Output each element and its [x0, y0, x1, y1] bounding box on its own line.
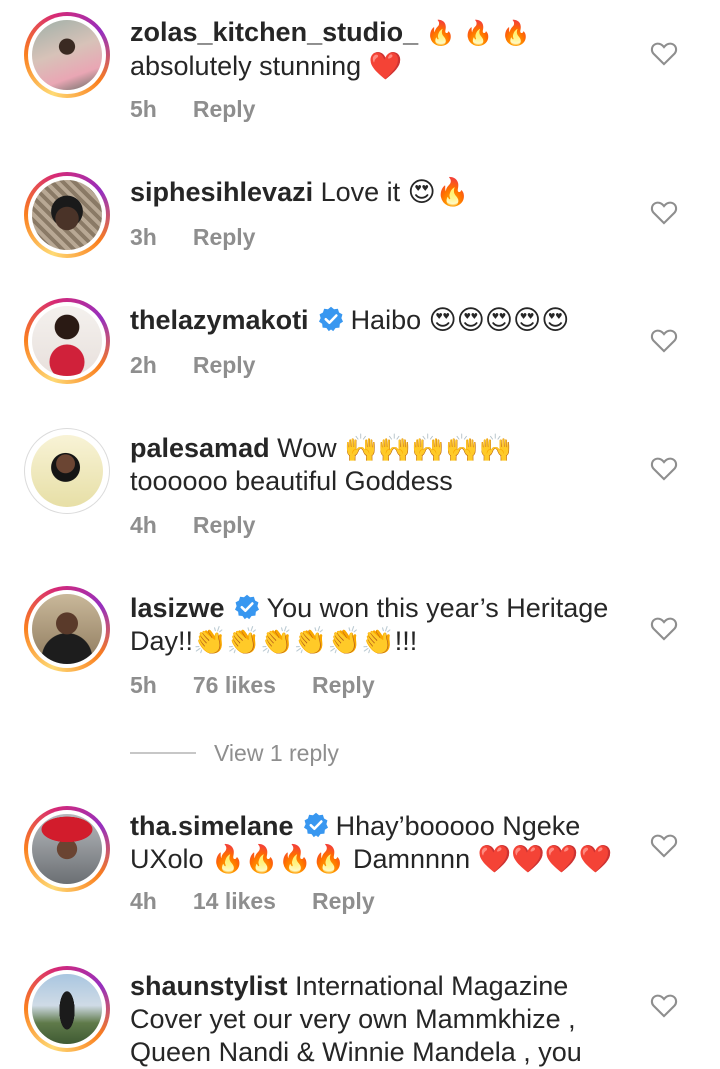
comment-time: 5h: [130, 672, 157, 698]
comment-text: zolas_kitchen_studio_ 🔥 🔥 🔥 absolutely s…: [130, 16, 630, 83]
comment-time: 2h: [130, 352, 157, 378]
avatar-ring[interactable]: [24, 428, 110, 514]
comment-body: International Magazine: [287, 971, 569, 1001]
comment-likes[interactable]: 76 likes: [193, 672, 276, 698]
comment-body: Love it 😍🔥: [313, 177, 470, 207]
comment-meta: 4h Reply: [130, 512, 291, 539]
comment-username[interactable]: tha.simelane: [130, 811, 294, 841]
comment-text: lasizwe You won this year’s Heritage Day!…: [130, 592, 630, 658]
reply-button[interactable]: Reply: [312, 888, 375, 914]
comment-time: 4h: [130, 512, 157, 538]
comment-username[interactable]: lasizwe: [130, 593, 225, 623]
comment-likes[interactable]: 14 likes: [193, 888, 276, 914]
story-ring[interactable]: [24, 12, 110, 98]
comment-body-line2: Day!!👏👏👏👏👏👏!!!: [130, 626, 418, 656]
reply-button[interactable]: Reply: [193, 224, 256, 250]
comment-time: 4h: [130, 888, 157, 914]
comment-body: Haibo 😍😍😍😍😍: [350, 305, 570, 335]
story-ring[interactable]: [24, 586, 110, 672]
comment-time: 3h: [130, 224, 157, 250]
heart-icon[interactable]: [650, 40, 678, 66]
view-replies-label[interactable]: View 1 reply: [214, 740, 339, 767]
heart-icon[interactable]: [650, 615, 678, 641]
avatar[interactable]: [31, 435, 103, 507]
comment-meta: 4h 14 likes Reply: [130, 888, 411, 915]
comment-time: 5h: [130, 96, 157, 122]
reply-button[interactable]: Reply: [193, 352, 256, 378]
comment-body-line2: absolutely stunning ❤️: [130, 51, 403, 81]
comment-text: siphesihlevazi Love it 😍🔥: [130, 176, 630, 209]
avatar[interactable]: [32, 20, 102, 90]
avatar[interactable]: [32, 974, 102, 1044]
comment-text: thelazymakoti Haibo 😍😍😍😍😍: [130, 304, 630, 337]
story-ring[interactable]: [24, 172, 110, 258]
heart-icon[interactable]: [650, 832, 678, 858]
heart-icon[interactable]: [650, 199, 678, 225]
avatar[interactable]: [32, 180, 102, 250]
avatar[interactable]: [32, 594, 102, 664]
verified-badge-icon: [303, 812, 328, 838]
story-ring[interactable]: [24, 966, 110, 1052]
reply-button[interactable]: Reply: [193, 96, 256, 122]
comment-body-line3: Queen Nandi & Winnie Mandela , you: [130, 1037, 582, 1067]
verified-badge-icon: [234, 594, 259, 620]
verified-badge-icon: [318, 306, 343, 332]
comment-body: You won this year’s Heritage: [266, 593, 609, 623]
comment-text: shaunstylist International Magazine Cove…: [130, 970, 630, 1069]
comment-body-line2: UXolo 🔥🔥🔥🔥 Damnnnn ❤️❤️❤️❤️: [130, 844, 613, 874]
comment-meta: 5h 76 likes Reply: [130, 672, 411, 699]
comment-username[interactable]: shaunstylist: [130, 971, 288, 1001]
comment-username[interactable]: siphesihlevazi: [130, 177, 313, 207]
comment-text: palesamad Wow 🙌🙌🙌🙌🙌 toooooo beautiful Go…: [130, 432, 630, 498]
comment-text: tha.simelane Hhay’booooo Ngeke UXolo 🔥🔥🔥🔥…: [130, 810, 630, 876]
reply-button[interactable]: Reply: [193, 512, 256, 538]
story-ring[interactable]: [24, 806, 110, 892]
reply-button[interactable]: Reply: [312, 672, 375, 698]
comment-meta: 3h Reply: [130, 224, 291, 251]
comment-username[interactable]: thelazymakoti: [130, 305, 309, 335]
comment-meta: 5h Reply: [130, 96, 291, 123]
comment-username[interactable]: zolas_kitchen_studio_: [130, 17, 418, 47]
heart-icon[interactable]: [650, 992, 678, 1018]
view-replies-divider: [130, 752, 196, 754]
comment-body-line2: toooooo beautiful Goddess: [130, 466, 453, 496]
comment-body: 🔥 🔥 🔥: [425, 19, 531, 47]
comment-body: Wow 🙌🙌🙌🙌🙌: [269, 433, 513, 463]
avatar[interactable]: [32, 306, 102, 376]
comment-body-line2: Cover yet our very own Mammkhize ,: [130, 1004, 576, 1034]
comment-body: Hhay’booooo Ngeke: [335, 811, 581, 841]
comment-meta: 2h Reply: [130, 352, 291, 379]
comment-username[interactable]: palesamad: [130, 433, 270, 463]
heart-icon[interactable]: [650, 327, 678, 353]
avatar[interactable]: [32, 814, 102, 884]
story-ring[interactable]: [24, 298, 110, 384]
heart-icon[interactable]: [650, 455, 678, 481]
